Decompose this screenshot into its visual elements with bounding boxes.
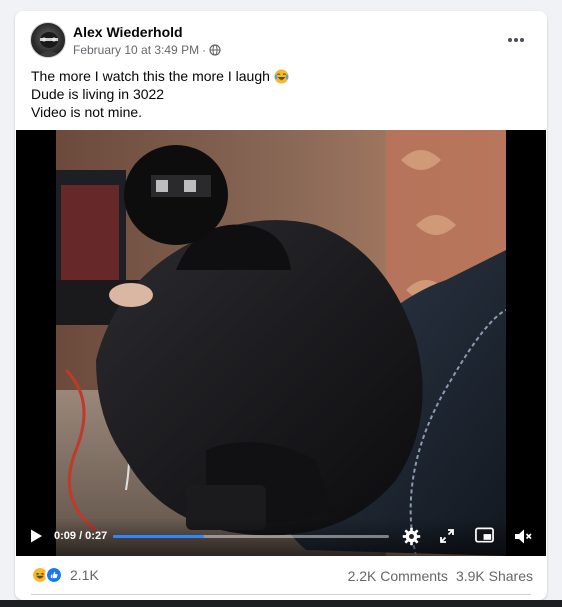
fullscreen-icon[interactable] (439, 528, 455, 544)
meta-separator: · (202, 43, 207, 57)
like-reaction-icon (45, 566, 63, 584)
post-text-line-3: Video is not mine. (31, 104, 143, 120)
reactions-summary[interactable]: 2.1K (31, 565, 99, 585)
settings-icon[interactable] (402, 527, 421, 546)
video-progress-fill (113, 535, 205, 538)
divider (31, 594, 531, 595)
muted-speaker-icon[interactable] (513, 527, 533, 546)
video-controls: 0:09 / 0:27 (16, 518, 546, 556)
avatar[interactable] (30, 22, 66, 58)
more-horizontal-icon (508, 38, 512, 42)
post-header: Alex Wiederhold February 10 at 3:49 PM · (15, 11, 547, 63)
author-name[interactable]: Alex Wiederhold (73, 24, 183, 40)
post-text-line-2: Dude is living in 3022 (31, 86, 165, 102)
post-stats: 2.1K 2.2K Comments 3.9K Shares (15, 559, 547, 593)
globe-icon[interactable] (209, 44, 221, 56)
shares-count[interactable]: 3.9K Shares (456, 568, 533, 584)
post-timestamp[interactable]: February 10 at 3:49 PM (73, 43, 199, 57)
video-frame (56, 130, 506, 556)
post-meta: February 10 at 3:49 PM · (73, 42, 221, 58)
video-time: 0:09 / 0:27 (54, 530, 108, 542)
video-player[interactable]: 0:09 / 0:27 (16, 130, 546, 556)
post-card: Alex Wiederhold February 10 at 3:49 PM ·… (15, 11, 547, 600)
post-text-line-1: The more I watch this the more I laugh (31, 68, 270, 84)
play-icon[interactable] (28, 528, 44, 544)
engagement-counts: 2.2K Comments 3.9K Shares (348, 568, 533, 584)
laughing-crying-emoji-icon (274, 68, 289, 84)
more-options-button[interactable] (501, 27, 531, 53)
reaction-count: 2.1K (70, 567, 99, 583)
page-bottom-edge (0, 600, 562, 607)
comments-count[interactable]: 2.2K Comments (348, 568, 448, 584)
picture-in-picture-icon[interactable] (475, 527, 494, 545)
post-text-line: The more I watch this the more I laugh (31, 67, 531, 85)
post-text: The more I watch this the more I laugh D… (31, 67, 531, 121)
video-progress-bar[interactable] (113, 535, 389, 538)
